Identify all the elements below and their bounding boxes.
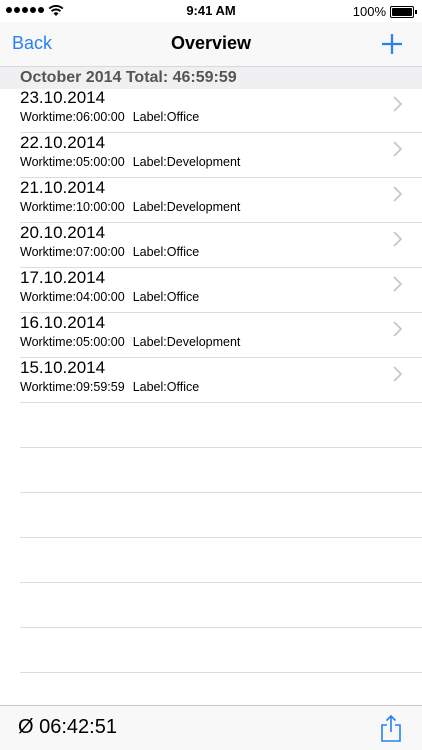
entry-detail: Worktime:09:59:59 Label:Office	[20, 380, 199, 394]
empty-row	[0, 628, 422, 673]
entry-detail: Worktime:05:00:00 Label:Development	[20, 155, 240, 169]
entry-label: Label:Development	[132, 335, 241, 349]
empty-row	[0, 403, 422, 448]
entry-date: 22.10.2014	[20, 133, 106, 152]
empty-row	[0, 583, 422, 628]
entry-worktime: Worktime:07:00:00	[20, 245, 125, 259]
battery-percent: 100%	[352, 4, 386, 19]
entry-worktime: Worktime:04:00:00	[20, 290, 125, 304]
entry-label: Label:Office	[132, 245, 200, 259]
empty-row	[0, 493, 422, 538]
entry-worktime: Worktime:10:00:00	[20, 200, 125, 214]
section-header: October 2014 Total: 46:59:59	[0, 66, 422, 89]
chevron-right-icon	[393, 231, 402, 247]
entry-date: 23.10.2014	[20, 88, 106, 107]
entry-detail: Worktime:05:00:00 Label:Development	[20, 335, 240, 349]
table-row[interactable]: 15.10.2014 Worktime:09:59:59 Label:Office	[0, 358, 422, 403]
navigation-bar: Back Overview	[0, 22, 422, 66]
entry-date: 17.10.2014	[20, 268, 106, 287]
chevron-right-icon	[393, 276, 402, 292]
entry-label: Label:Office	[132, 110, 200, 124]
entry-detail: Worktime:04:00:00 Label:Office	[20, 290, 199, 304]
entry-label: Label:Office	[132, 380, 200, 394]
average-worktime: Ø 06:42:51	[18, 716, 117, 738]
screen: 9:41 AM 100% Back Overview October 2014 …	[0, 0, 422, 750]
table-row[interactable]: 21.10.2014 Worktime:10:00:00 Label:Develo…	[0, 178, 422, 223]
table-row[interactable]: 20.10.2014 Worktime:07:00:00 Label:Office	[0, 223, 422, 268]
share-icon[interactable]	[380, 714, 402, 742]
status-bar: 9:41 AM 100%	[0, 0, 422, 22]
entry-detail: Worktime:10:00:00 Label:Development	[20, 200, 240, 214]
entry-label: Label:Development	[132, 200, 241, 214]
chevron-right-icon	[393, 141, 402, 157]
table-row[interactable]: 22.10.2014 Worktime:05:00:00 Label:Develo…	[0, 133, 422, 178]
bottom-toolbar: Ø 06:42:51	[0, 705, 422, 750]
table-row[interactable]: 17.10.2014 Worktime:04:00:00 Label:Office	[0, 268, 422, 313]
battery-icon	[390, 6, 417, 18]
plus-icon[interactable]	[380, 32, 404, 56]
chevron-right-icon	[393, 186, 402, 202]
entry-detail: Worktime:07:00:00 Label:Office	[20, 245, 199, 259]
entry-label: Label:Office	[132, 290, 200, 304]
entry-date: 15.10.2014	[20, 358, 106, 377]
table-row[interactable]: 16.10.2014 Worktime:05:00:00 Label:Develo…	[0, 313, 422, 358]
empty-row	[0, 448, 422, 493]
entry-worktime: Worktime:05:00:00	[20, 335, 125, 349]
chevron-right-icon	[393, 321, 402, 337]
month-total: October 2014 Total: 46:59:59	[20, 69, 237, 86]
entry-worktime: Worktime:09:59:59	[20, 380, 125, 394]
entries-list: 23.10.2014 Worktime:06:00:00 Label:Office…	[0, 88, 422, 673]
entry-date: 21.10.2014	[20, 178, 106, 197]
chevron-right-icon	[393, 366, 402, 382]
entry-detail: Worktime:06:00:00 Label:Office	[20, 110, 199, 124]
entry-label: Label:Development	[132, 155, 241, 169]
entry-worktime: Worktime:06:00:00	[20, 110, 125, 124]
chevron-right-icon	[393, 96, 402, 112]
entry-worktime: Worktime:05:00:00	[20, 155, 125, 169]
entry-date: 20.10.2014	[20, 223, 106, 242]
page-title: Overview	[170, 33, 252, 53]
table-row[interactable]: 23.10.2014 Worktime:06:00:00 Label:Office	[0, 88, 422, 133]
entry-date: 16.10.2014	[20, 313, 106, 332]
empty-row	[0, 538, 422, 583]
